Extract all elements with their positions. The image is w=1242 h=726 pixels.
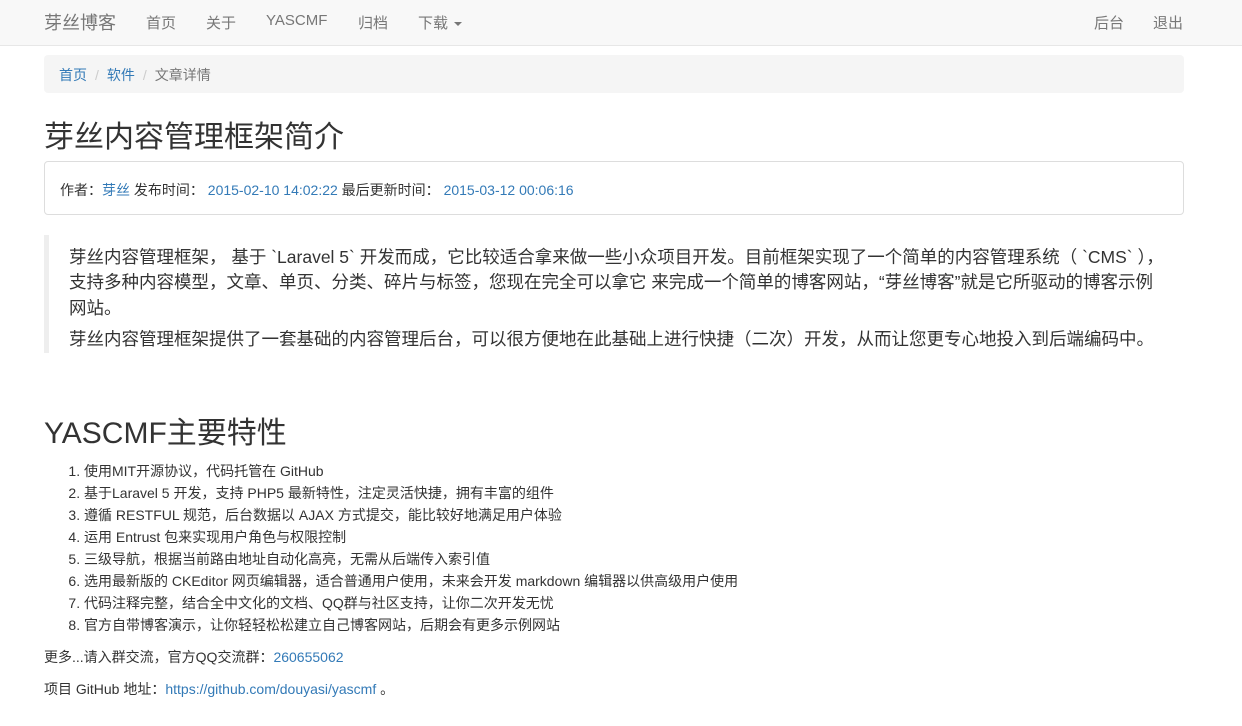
- published-label: 发布时间：: [133, 182, 204, 198]
- nav-about[interactable]: 关于: [206, 12, 236, 33]
- qq-group-link[interactable]: 260655062: [273, 649, 343, 665]
- breadcrumb: 首页 / 软件 / 文章详情: [44, 55, 1184, 93]
- contact-text: 更多...请入群交流，官方QQ交流群：: [44, 649, 274, 665]
- author-label: 作者：: [60, 182, 102, 198]
- nav-archive[interactable]: 归档: [358, 12, 388, 33]
- github-label: 项目 GitHub 地址：: [44, 681, 166, 697]
- github-line: 项目 GitHub 地址：https://github.com/douyasi/…: [44, 679, 394, 699]
- list-item: 基于Laravel 5 开发，支持 PHP5 最新特性，注定灵活快捷，拥有丰富的…: [84, 482, 738, 504]
- published-time: 2015-02-10 14:02:22: [207, 182, 338, 198]
- breadcrumb-separator: /: [142, 67, 147, 83]
- nav-download-dropdown[interactable]: 下载: [418, 12, 463, 33]
- top-navbar: 芽丝博客 首页 关于 YASCMF 归档 下载 后台 退出: [0, 0, 1242, 46]
- github-suffix: 。: [376, 681, 395, 697]
- nav-admin[interactable]: 后台: [1094, 12, 1124, 33]
- features-heading: YASCMF主要特性: [44, 417, 287, 450]
- github-link[interactable]: https://github.com/douyasi/yascmf: [165, 681, 376, 697]
- author-link[interactable]: 芽丝: [102, 182, 130, 198]
- breadcrumb-software[interactable]: 软件: [107, 67, 135, 83]
- article-title: 芽丝内容管理框架简介: [44, 121, 344, 154]
- caret-down-icon: [454, 22, 463, 27]
- breadcrumb-current: 文章详情: [154, 67, 211, 83]
- nav-home[interactable]: 首页: [146, 12, 176, 33]
- brand-link[interactable]: 芽丝博客: [44, 9, 116, 35]
- updated-time: 2015-03-12 00:06:16: [443, 182, 574, 198]
- list-item: 遵循 RESTFUL 规范，后台数据以 AJAX 方式提交，能比较好地满足用户体…: [84, 504, 738, 526]
- intro-blockquote: 芽丝内容管理框架， 基于 `Laravel 5` 开发而成，它比较适合拿来做一些…: [44, 235, 1184, 353]
- contact-line: 更多...请入群交流，官方QQ交流群：260655062: [44, 647, 344, 667]
- updated-label: 最后更新时间：: [341, 182, 440, 198]
- list-item: 三级导航，根据当前路由地址自动化高亮，无需从后端传入索引值: [84, 548, 738, 570]
- intro-paragraph-2: 芽丝内容管理框架提供了一套基础的内容管理后台，可以很方便地在此基础上进行快捷（二…: [69, 329, 1154, 350]
- list-item: 选用最新版的 CKEditor 网页编辑器，适合普通用户使用，未来会开发 mar…: [84, 570, 738, 592]
- nav-yascmf[interactable]: YASCMF: [266, 12, 327, 29]
- list-item: 官方自带博客演示，让你轻轻松松建立自己博客网站，后期会有更多示例网站: [84, 614, 738, 636]
- nav-logout[interactable]: 退出: [1153, 12, 1183, 33]
- features-list: 使用MIT开源协议，代码托管在 GitHub 基于Laravel 5 开发，支持…: [64, 460, 738, 636]
- breadcrumb-home[interactable]: 首页: [59, 67, 87, 83]
- article-meta: 作者：芽丝 发布时间： 2015-02-10 14:02:22 最后更新时间： …: [44, 161, 1184, 215]
- list-item: 使用MIT开源协议，代码托管在 GitHub: [84, 460, 738, 482]
- intro-paragraph-1: 芽丝内容管理框架， 基于 `Laravel 5` 开发而成，它比较适合拿来做一些…: [69, 247, 1164, 318]
- list-item: 运用 Entrust 包来实现用户角色与权限控制: [84, 526, 738, 548]
- list-item: 代码注释完整，结合全中文化的文档、QQ群与社区支持，让你二次开发无忧: [84, 592, 738, 614]
- nav-download-label: 下载: [418, 15, 449, 32]
- breadcrumb-separator: /: [95, 67, 99, 83]
